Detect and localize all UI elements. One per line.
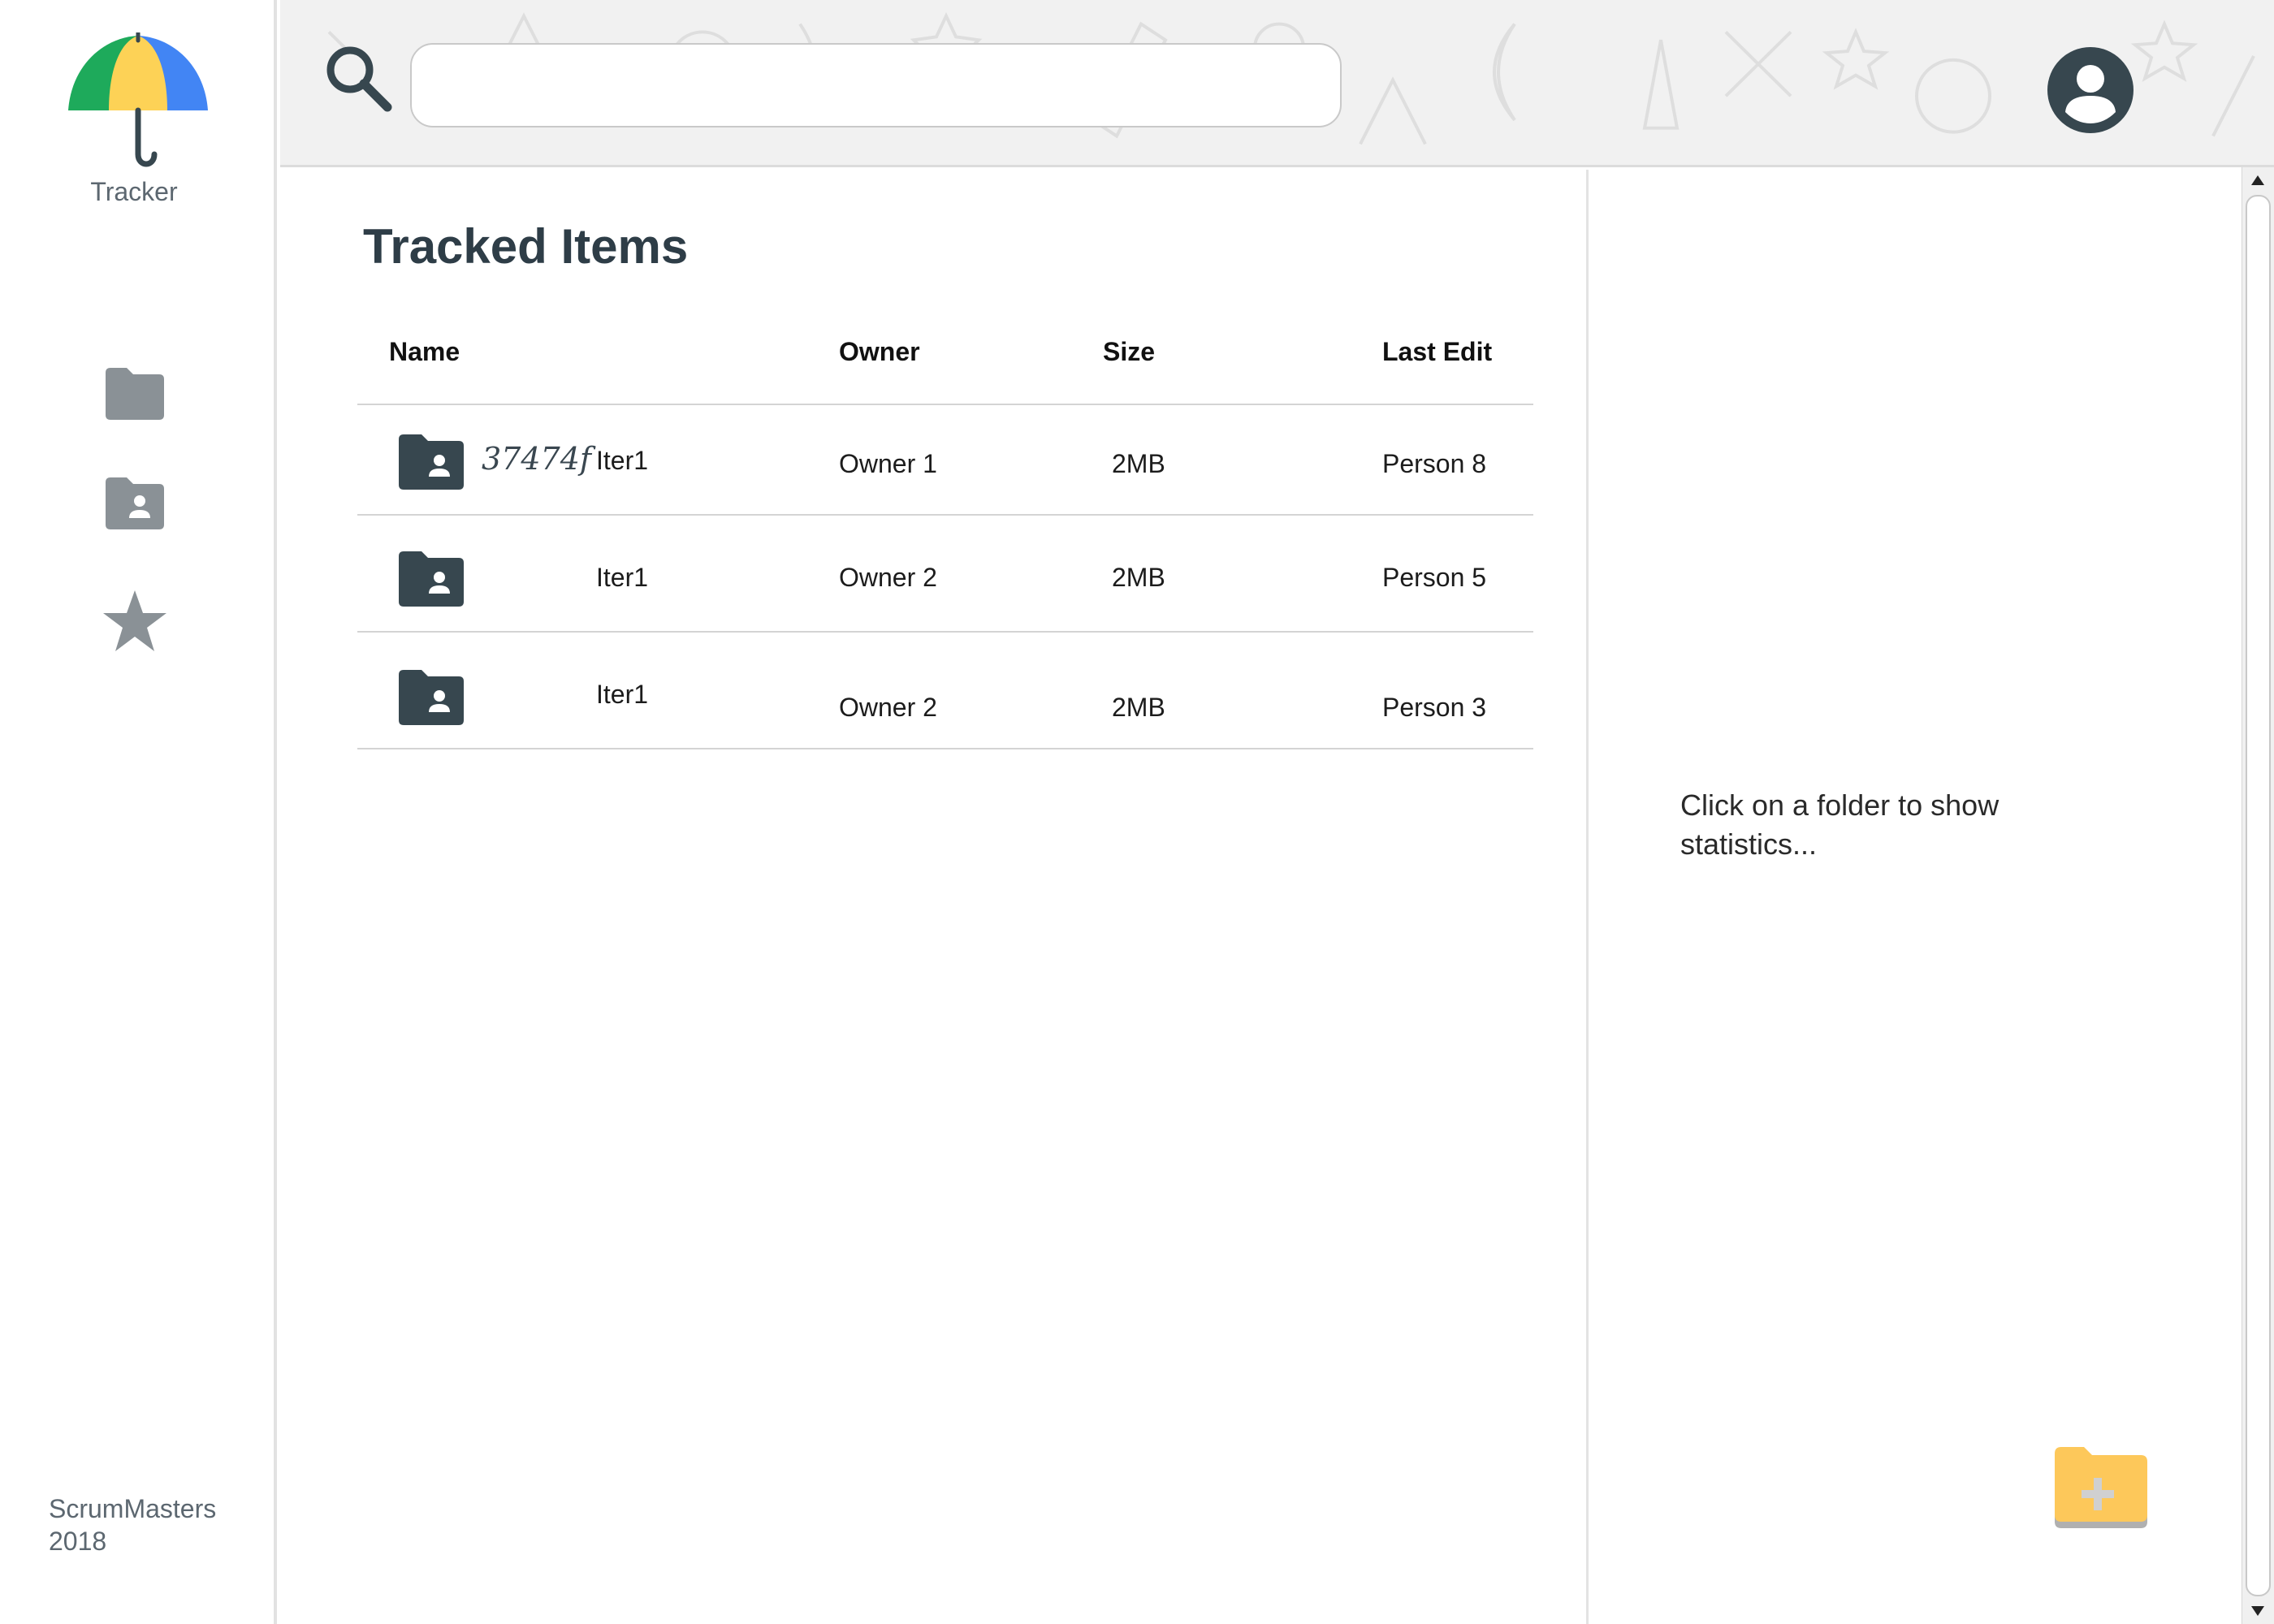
user-avatar-icon[interactable] (2047, 47, 2133, 133)
footer-company: ScrumMasters (49, 1494, 217, 1523)
table-header: Name Owner Size Last Edit (357, 308, 1533, 405)
shared-folder-icon (399, 551, 464, 607)
item-name: Iter1 (596, 446, 649, 475)
sidebar-item-starred[interactable] (102, 589, 167, 654)
table-row[interactable]: Iter1 Owner 2 2MB Person 3 (357, 633, 1533, 749)
search-icon[interactable] (321, 41, 394, 114)
shared-folder-icon (399, 670, 464, 725)
scroll-down-button[interactable] (2242, 1598, 2274, 1624)
scrollbar-thumb[interactable] (2246, 195, 2271, 1596)
item-owner: Owner 1 (839, 449, 937, 478)
header (280, 0, 2274, 167)
column-header-owner[interactable]: Owner (839, 337, 920, 367)
page-title: Tracked Items (363, 219, 689, 274)
item-name: Iter1 (596, 563, 649, 592)
star-icon (103, 590, 166, 651)
item-size: 2MB (1112, 563, 1165, 592)
item-size: 2MB (1112, 449, 1165, 478)
app-name: Tracker (90, 177, 178, 206)
column-header-name[interactable]: Name (389, 337, 460, 367)
shared-folder-icon (106, 477, 164, 529)
add-folder-button[interactable] (2051, 1444, 2151, 1531)
column-header-size[interactable]: Size (1103, 337, 1155, 367)
shared-folder-icon (399, 434, 464, 490)
item-last-edit: Person 8 (1382, 449, 1487, 478)
sidebar-item-folders[interactable] (102, 361, 167, 426)
item-owner: Owner 2 (839, 563, 937, 592)
sidebar-item-shared[interactable] (102, 471, 167, 536)
column-header-last-edit[interactable]: Last Edit (1382, 337, 1492, 367)
item-size: 2MB (1112, 693, 1165, 722)
footer: ScrumMasters 2018 (49, 1492, 216, 1557)
arrow-up-icon (2251, 175, 2264, 185)
item-last-edit: Person 5 (1382, 563, 1487, 592)
main-panel: Tracked Items Name Owner Size Last Edit … (280, 170, 1588, 1624)
panel-divider (1586, 170, 1589, 1624)
arrow-down-icon (2251, 1606, 2264, 1616)
umbrella-logo-icon (68, 32, 208, 167)
folder-icon (106, 368, 164, 420)
sidebar: Tracker ScrumMasters 2018 (0, 0, 277, 1624)
table-row[interactable]: 37474f Iter1 Owner 1 2MB Person 8 (357, 405, 1533, 516)
item-last-edit: Person 3 (1382, 693, 1487, 722)
item-name: Iter1 (596, 680, 649, 709)
stats-hint: Click on a folder to show statistics... (1680, 788, 1999, 861)
items-table: Name Owner Size Last Edit 37474f Iter1 O… (357, 308, 1533, 749)
item-tag: 37474f (482, 441, 591, 477)
footer-year: 2018 (49, 1527, 107, 1556)
item-owner: Owner 2 (839, 693, 937, 722)
scroll-up-button[interactable] (2242, 167, 2274, 193)
search-input[interactable] (410, 43, 1342, 127)
scrollbar[interactable] (2242, 167, 2274, 1624)
table-row[interactable]: Iter1 Owner 2 2MB Person 5 (357, 516, 1533, 633)
